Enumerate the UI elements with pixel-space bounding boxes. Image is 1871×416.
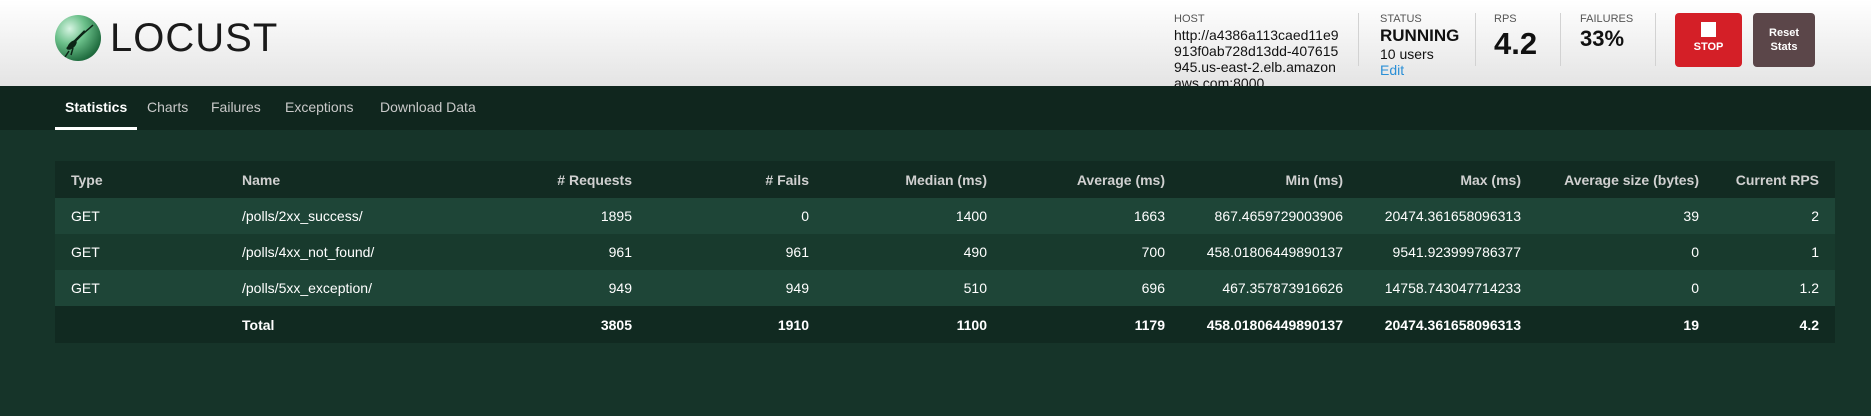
column-header[interactable]: Average size (bytes) — [1537, 161, 1715, 198]
table-cell: 0 — [1537, 270, 1715, 306]
table-cell: 696 — [1003, 270, 1181, 306]
table-cell: 0 — [1537, 234, 1715, 270]
failures-info: FAILURES 33% — [1580, 13, 1633, 52]
table-cell: 949 — [648, 270, 825, 306]
edit-users-link[interactable]: Edit — [1380, 62, 1459, 79]
stop-label: STOP — [1693, 41, 1724, 53]
rps-info: RPS 4.2 — [1494, 13, 1537, 62]
failures-value: 33% — [1580, 26, 1625, 51]
tab-charts[interactable]: Charts — [147, 86, 188, 130]
table-cell: 20474.361658096313 — [1359, 306, 1537, 343]
table-cell: 1400 — [825, 198, 1003, 234]
column-header[interactable]: Median (ms) — [825, 161, 1003, 198]
table-cell: 1179 — [1003, 306, 1181, 343]
column-header[interactable]: Type — [55, 161, 226, 198]
tab-failures[interactable]: Failures — [211, 86, 261, 130]
divider — [1560, 13, 1561, 66]
tab-download-data[interactable]: Download Data — [380, 86, 476, 130]
table-cell: 1895 — [429, 198, 648, 234]
total-label: Total — [226, 306, 429, 343]
table-cell: 510 — [825, 270, 1003, 306]
column-header[interactable]: Max (ms) — [1359, 161, 1537, 198]
table-cell: GET — [55, 270, 226, 306]
host-info: HOST http://a4386a113caed11e9913f0ab728d… — [1174, 13, 1342, 91]
table-cell: 39 — [1537, 198, 1715, 234]
table-cell: 949 — [429, 270, 648, 306]
host-value: http://a4386a113caed11e9913f0ab728d13dd-… — [1174, 27, 1339, 91]
table-cell: 4.2 — [1715, 306, 1835, 343]
divider — [1358, 13, 1359, 66]
status-value: RUNNING — [1380, 26, 1460, 45]
column-header[interactable]: Name — [226, 161, 429, 198]
status-info: STATUS RUNNING 10 users Edit — [1380, 13, 1459, 79]
header-bar: LOCUST HOST http://a4386a113caed11e9913f… — [0, 0, 1871, 91]
table-cell: 458.01806449890137 — [1181, 306, 1359, 343]
table-cell: 1663 — [1003, 198, 1181, 234]
table-cell: /polls/2xx_success/ — [226, 198, 429, 234]
stop-button[interactable]: STOP — [1675, 13, 1742, 67]
statistics-table: Type Name # Requests # Fails Median (ms)… — [55, 161, 1835, 343]
table-cell: 1910 — [648, 306, 825, 343]
column-header[interactable]: # Fails — [648, 161, 825, 198]
table-cell: 1100 — [825, 306, 1003, 343]
table-cell — [55, 306, 226, 343]
locust-logo-icon — [55, 15, 101, 61]
table-row: GET /polls/2xx_success/ 1895 0 1400 1663… — [55, 198, 1835, 234]
status-label: STATUS — [1380, 13, 1422, 25]
app-logo-text: LOCUST — [110, 16, 279, 60]
table-cell: GET — [55, 198, 226, 234]
reset-label-line2: Stats — [1770, 41, 1798, 53]
tab-bar: Statistics Charts Failures Exceptions Do… — [0, 86, 1871, 130]
failures-label: FAILURES — [1580, 13, 1634, 25]
table-cell: /polls/5xx_exception/ — [226, 270, 429, 306]
table-cell: 1.2 — [1715, 270, 1835, 306]
tab-statistics[interactable]: Statistics — [55, 86, 137, 130]
divider — [1475, 13, 1476, 66]
table-cell: 961 — [429, 234, 648, 270]
table-cell: /polls/4xx_not_found/ — [226, 234, 429, 270]
table-row: GET /polls/4xx_not_found/ 961 961 490 70… — [55, 234, 1835, 270]
table-cell: 3805 — [429, 306, 648, 343]
table-cell: 867.4659729003906 — [1181, 198, 1359, 234]
table-cell: 19 — [1537, 306, 1715, 343]
table-cell: 458.01806449890137 — [1181, 234, 1359, 270]
table-cell: 961 — [648, 234, 825, 270]
column-header[interactable]: # Requests — [429, 161, 648, 198]
tab-exceptions[interactable]: Exceptions — [285, 86, 353, 130]
table-cell: 14758.743047714233 — [1359, 270, 1537, 306]
table-cell: 467.357873916626 — [1181, 270, 1359, 306]
stop-square-icon — [1701, 22, 1716, 37]
rps-label: RPS — [1494, 13, 1517, 25]
table-cell: 9541.923999786377 — [1359, 234, 1537, 270]
table-cell: 0 — [648, 198, 825, 234]
table-cell: 20474.361658096313 — [1359, 198, 1537, 234]
table-total-row: Total 3805 1910 1100 1179 458.0180644989… — [55, 306, 1835, 343]
table-header-row: Type Name # Requests # Fails Median (ms)… — [55, 161, 1835, 198]
column-header[interactable]: Current RPS — [1715, 161, 1835, 198]
table-row: GET /polls/5xx_exception/ 949 949 510 69… — [55, 270, 1835, 306]
rps-value: 4.2 — [1494, 26, 1538, 61]
table-cell: 700 — [1003, 234, 1181, 270]
reset-stats-button[interactable]: Reset Stats — [1753, 13, 1815, 67]
table-cell: GET — [55, 234, 226, 270]
table-cell: 2 — [1715, 198, 1835, 234]
table-cell: 490 — [825, 234, 1003, 270]
divider — [1655, 13, 1656, 66]
column-header[interactable]: Min (ms) — [1181, 161, 1359, 198]
user-count: 10 users — [1380, 46, 1434, 62]
column-header[interactable]: Average (ms) — [1003, 161, 1181, 198]
reset-label-line1: Reset — [1769, 27, 1799, 39]
host-label: HOST — [1174, 13, 1205, 25]
table-cell: 1 — [1715, 234, 1835, 270]
